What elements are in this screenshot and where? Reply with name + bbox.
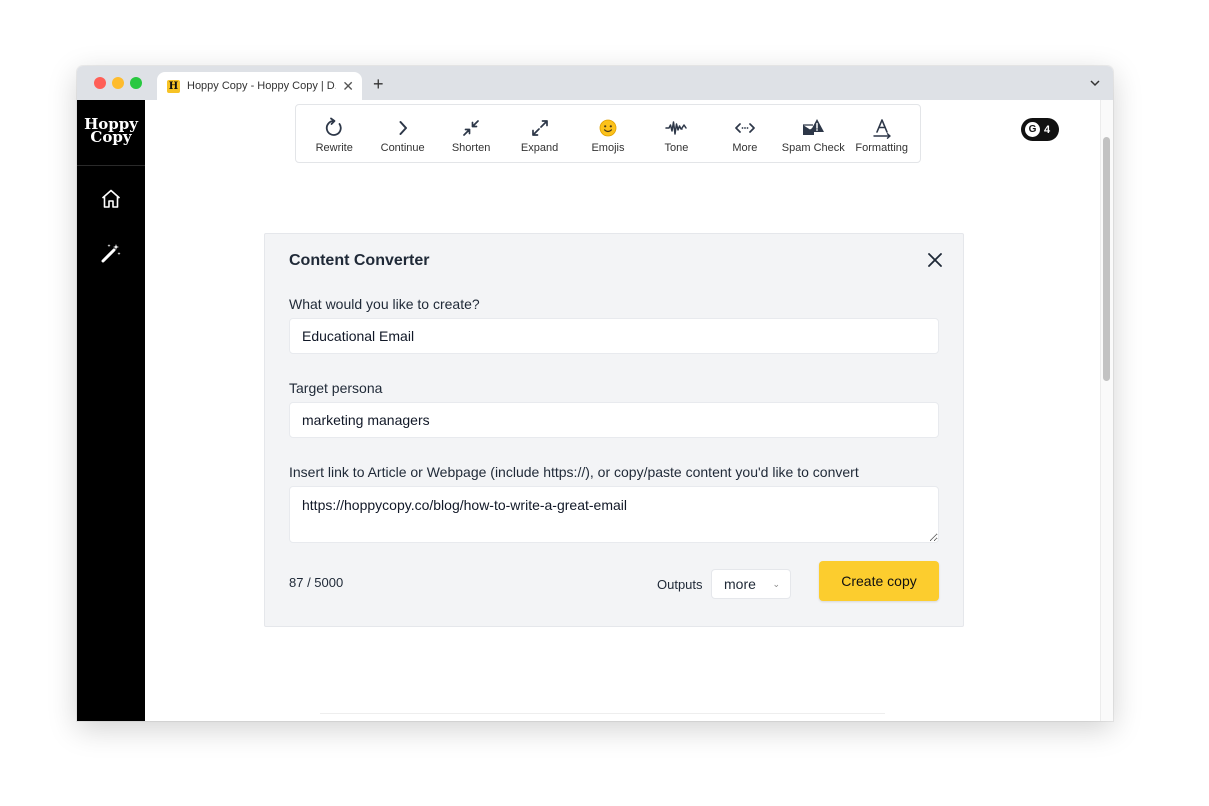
tab-search-chevron-icon[interactable] [1089, 78, 1101, 88]
expand-button[interactable]: Expand [505, 105, 573, 162]
emoji-icon [599, 119, 617, 137]
expand-icon [531, 120, 548, 136]
spam-check-button[interactable]: Spam Check [779, 105, 847, 162]
scrollbar-track[interactable] [1100, 100, 1113, 721]
favicon: H [167, 79, 180, 93]
source-content-label: Insert link to Article or Webpage (inclu… [289, 464, 859, 480]
main-content: Rewrite Continue Shorten Expand Emojis T… [145, 100, 1113, 721]
panel-title: Content Converter [289, 252, 430, 269]
create-type-label: What would you like to create? [289, 296, 480, 312]
sidebar-divider [77, 165, 145, 166]
grammarly-count: 4 [1044, 123, 1051, 136]
continue-button[interactable]: Continue [368, 105, 436, 162]
outputs-select[interactable]: more ⌄ [711, 569, 791, 599]
browser-tab[interactable]: H Hoppy Copy - Hoppy Copy | D... ✕ [157, 72, 362, 100]
grammarly-badge[interactable]: G 4 [1021, 118, 1059, 141]
more-button[interactable]: More [711, 105, 779, 162]
create-type-input[interactable] [289, 318, 939, 354]
rewrite-button[interactable]: Rewrite [300, 105, 368, 162]
create-copy-button[interactable]: Create copy [819, 561, 939, 601]
maximize-window-button[interactable] [130, 77, 142, 89]
browser-window: H Hoppy Copy - Hoppy Copy | D... ✕ + Hop… [77, 66, 1113, 721]
grammarly-icon: G [1025, 122, 1040, 137]
tab-title: Hoppy Copy - Hoppy Copy | D... [187, 80, 337, 92]
close-window-button[interactable] [94, 77, 106, 89]
scrollbar-thumb[interactable] [1103, 137, 1110, 381]
chevron-down-icon: ⌄ [772, 579, 780, 589]
source-content-textarea[interactable]: https://hoppycopy.co/blog/how-to-write-a… [289, 486, 939, 543]
tone-wave-icon [665, 121, 688, 135]
editor-toolbar: Rewrite Continue Shorten Expand Emojis T… [295, 104, 921, 163]
tone-button[interactable]: Tone [642, 105, 710, 162]
target-persona-input[interactable] [289, 402, 939, 438]
emojis-button[interactable]: Emojis [574, 105, 642, 162]
chevron-right-icon [399, 121, 407, 135]
more-icon [734, 123, 755, 133]
shorten-icon [463, 120, 479, 136]
home-icon[interactable] [99, 187, 123, 211]
outputs-selected-value: more [724, 576, 756, 592]
content-divider [320, 713, 885, 714]
sidebar: Hoppy Copy [77, 100, 145, 721]
target-persona-label: Target persona [289, 380, 383, 396]
formatting-icon [873, 119, 891, 139]
new-tab-button[interactable]: + [373, 75, 384, 93]
outputs-label: Outputs [657, 577, 703, 592]
rewrite-icon [326, 117, 342, 136]
character-counter: 87 / 5000 [289, 575, 344, 590]
magic-wand-icon[interactable] [99, 241, 123, 265]
tab-close-icon[interactable]: ✕ [342, 78, 354, 95]
spam-check-icon [803, 119, 825, 135]
close-icon[interactable] [925, 250, 945, 270]
minimize-window-button[interactable] [112, 77, 124, 89]
hoppy-copy-logo[interactable]: Hoppy Copy [77, 117, 145, 145]
browser-title-bar: H Hoppy Copy - Hoppy Copy | D... ✕ + [77, 66, 1113, 100]
content-converter-panel: Content Converter What would you like to… [264, 233, 964, 627]
shorten-button[interactable]: Shorten [437, 105, 505, 162]
formatting-button[interactable]: Formatting [848, 105, 916, 162]
